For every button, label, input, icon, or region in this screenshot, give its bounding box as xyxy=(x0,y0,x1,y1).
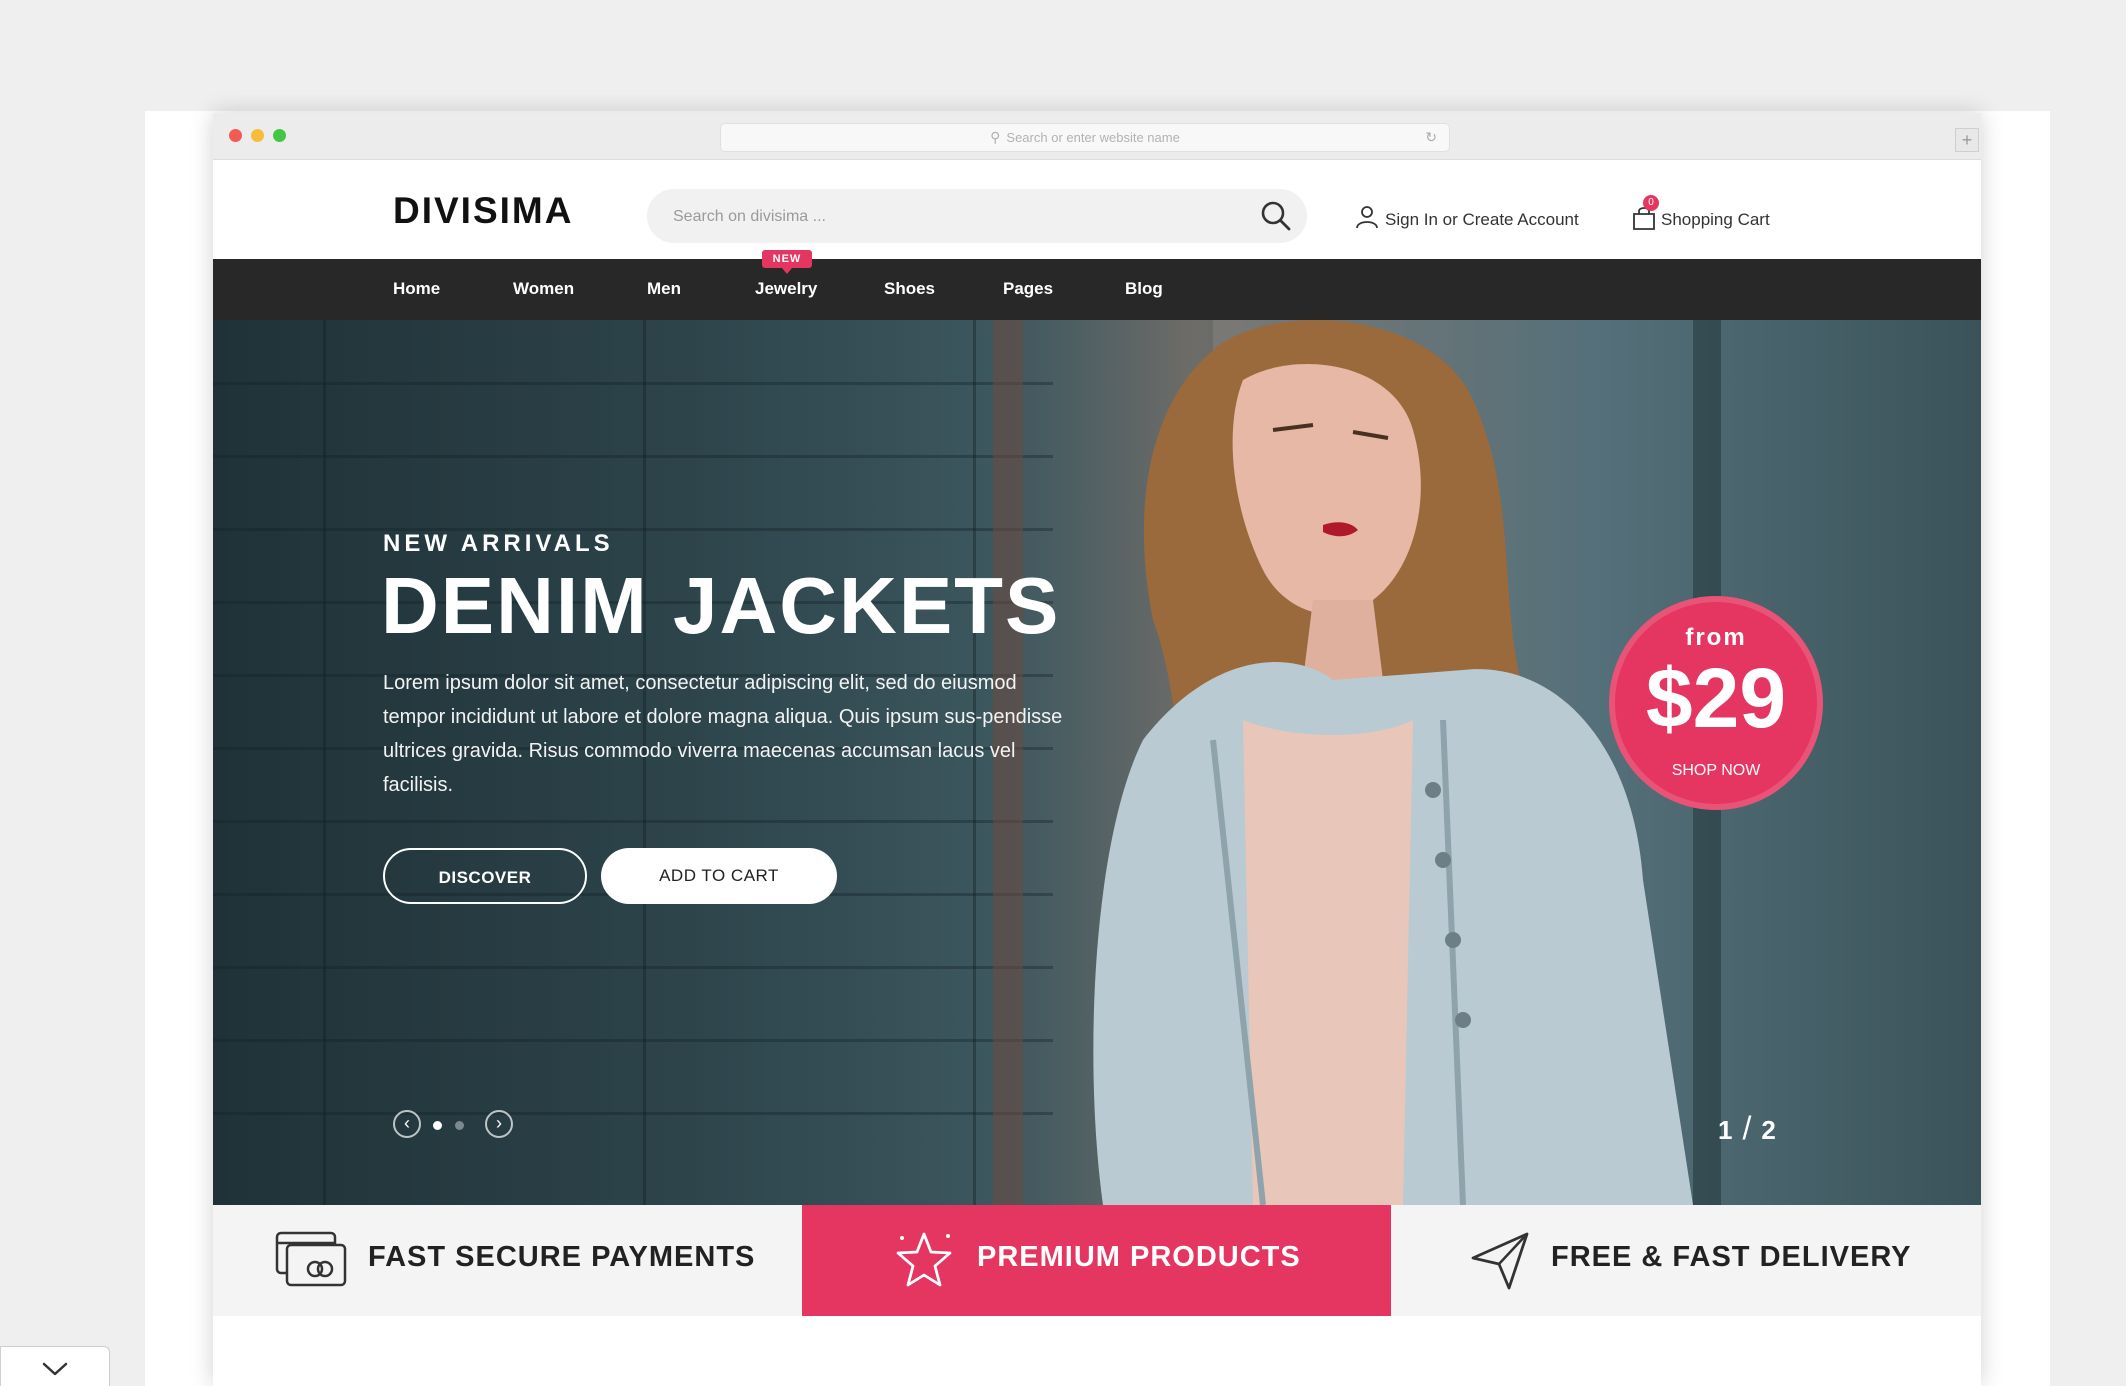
sign-in-label: Sign In or Create Account xyxy=(1385,210,1579,229)
collapse-tab[interactable] xyxy=(0,1346,110,1386)
new-tab-button[interactable]: + xyxy=(1955,128,1979,152)
discover-button[interactable]: DISCOVER xyxy=(383,848,587,904)
site-logo[interactable]: DIVISIMA xyxy=(393,190,573,232)
feature-label: FREE & FAST DELIVERY xyxy=(1551,1241,1912,1273)
sign-in-link[interactable]: Sign In or Create Account xyxy=(1355,205,1579,230)
shopping-cart-label: Shopping Cart xyxy=(1661,210,1770,229)
nav-item-home[interactable]: Home xyxy=(393,279,440,299)
search-bar xyxy=(647,189,1307,245)
shopping-bag-icon: 0 xyxy=(1631,195,1659,231)
feature-free-delivery: FREE & FAST DELIVERY xyxy=(1391,1205,1981,1316)
feature-strip: FAST SECURE PAYMENTS PREMIUM PRODUCTS FR… xyxy=(213,1205,1981,1316)
nav-item-jewelry[interactable]: Jewelry xyxy=(755,279,817,299)
hero-description: Lorem ipsum dolor sit amet, consectetur … xyxy=(383,672,1063,796)
nav-item-blog[interactable]: Blog xyxy=(1125,279,1163,299)
feature-label: PREMIUM PRODUCTS xyxy=(977,1241,1301,1273)
site-header: DIVISIMA Sign In or Create Account 0 Sho… xyxy=(213,160,1981,259)
feature-premium-products: PREMIUM PRODUCTS xyxy=(802,1205,1391,1316)
paper-plane-icon xyxy=(1471,1232,1529,1290)
feature-secure-payments: FAST SECURE PAYMENTS xyxy=(213,1205,802,1316)
slide-current: 1 xyxy=(1718,1115,1733,1145)
close-window-dot[interactable] xyxy=(229,129,242,142)
search-icon[interactable] xyxy=(1259,199,1293,233)
feature-label: FAST SECURE PAYMENTS xyxy=(368,1241,756,1273)
slide-total: 2 xyxy=(1761,1115,1776,1145)
price-value: $29 xyxy=(1645,651,1787,745)
address-search-icon: ⚲ xyxy=(990,129,1001,145)
star-icon xyxy=(896,1232,952,1287)
slider-dot[interactable] xyxy=(455,1121,464,1130)
slider-next-icon[interactable]: › xyxy=(485,1110,513,1138)
shop-now-link[interactable]: SHOP NOW xyxy=(1615,762,1817,780)
search-input[interactable] xyxy=(671,189,1235,245)
nav-item-women[interactable]: Women xyxy=(513,279,574,299)
nav-item-shoes[interactable]: Shoes xyxy=(884,279,935,299)
main-navigation: Home Women Men NEW Jewelry Shoes Pages B… xyxy=(213,250,1981,320)
price-from-label: from xyxy=(1685,624,1747,651)
slider-prev-icon[interactable]: ‹ xyxy=(393,1110,421,1138)
hero-slider: NEW ARRIVALS DENIM JACKETS Lorem ipsum d… xyxy=(213,320,1981,1205)
cart-count-badge: 0 xyxy=(1643,195,1659,211)
hero-headline: DENIM JACKETS xyxy=(381,561,1061,650)
add-to-cart-button[interactable]: ADD TO CART xyxy=(601,848,837,904)
browser-window: ⚲ Search or enter website name ↻ + DIVISI… xyxy=(213,113,1981,1386)
address-placeholder: Search or enter website name xyxy=(1006,130,1180,145)
nav-item-men[interactable]: Men xyxy=(647,279,681,299)
maximize-window-dot[interactable] xyxy=(273,129,286,142)
chevron-down-icon xyxy=(42,1362,68,1376)
slider-dot-active[interactable] xyxy=(433,1121,442,1130)
browser-toolbar: ⚲ Search or enter website name ↻ + xyxy=(213,113,1981,160)
credit-card-icon xyxy=(275,1231,347,1287)
new-badge: NEW xyxy=(762,250,812,274)
slide-separator: / xyxy=(1742,1110,1752,1146)
minimize-window-dot[interactable] xyxy=(251,129,264,142)
user-icon xyxy=(1356,206,1378,229)
address-bar[interactable]: ⚲ Search or enter website name ↻ xyxy=(720,123,1450,152)
price-badge[interactable]: from $29 SHOP NOW xyxy=(1609,596,1823,810)
nav-item-pages[interactable]: Pages xyxy=(1003,279,1053,299)
slide-counter: 1 / 2 xyxy=(1718,1110,1776,1147)
hero-eyebrow: NEW ARRIVALS xyxy=(383,530,614,557)
shopping-cart-link[interactable]: 0 Shopping Cart xyxy=(1631,195,1770,231)
reload-icon[interactable]: ↻ xyxy=(1425,124,1437,151)
